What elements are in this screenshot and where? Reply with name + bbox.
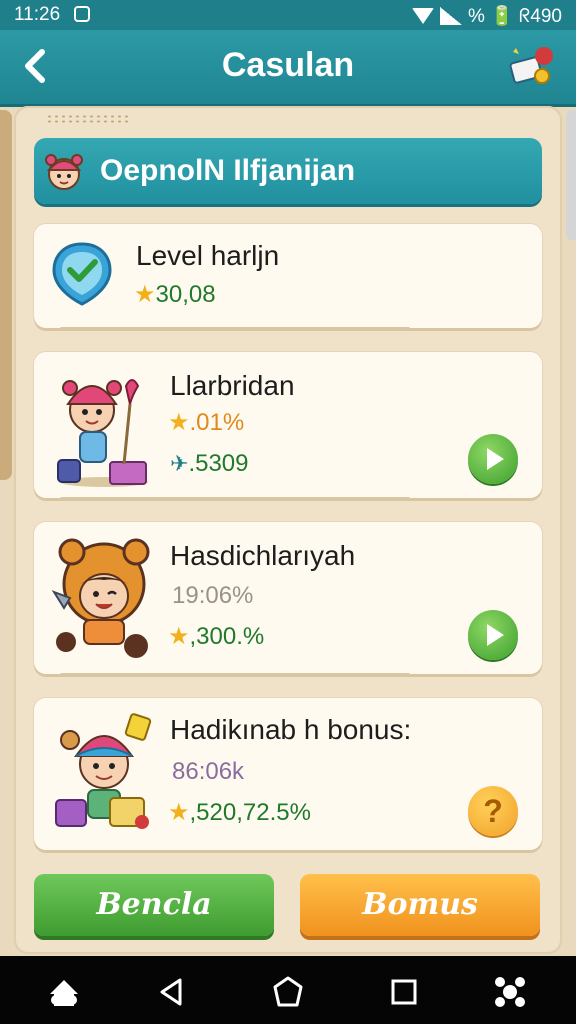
list-item-hasdichlariyah[interactable]: Hasdichlarıyah 19:06% ★,300.%: [34, 522, 542, 674]
pin-icon: ✈: [170, 451, 189, 476]
play-button[interactable]: [468, 610, 518, 660]
card-stat-1: 19:06%: [172, 582, 253, 610]
character-painter-icon: [57, 379, 148, 487]
home-nav-icon[interactable]: [270, 974, 306, 1010]
divider: [60, 497, 410, 500]
divider: [60, 327, 410, 330]
character-baker-icon: [55, 713, 152, 829]
star-icon: ★: [168, 799, 190, 826]
banner-title: OepnolN Ilfjanijan: [100, 154, 356, 187]
section-banner: OepnolN Ilfjanijan: [34, 138, 542, 204]
stat-value: .01%: [189, 409, 245, 436]
gift-icon[interactable]: [508, 42, 556, 90]
character-bear-icon: [52, 538, 150, 658]
status-time: 11:26: [14, 4, 61, 25]
character-face-icon: [45, 154, 83, 190]
scrollbar[interactable]: [566, 110, 576, 240]
list-item-bonus[interactable]: Hadikınab h bonus: 86:06k ★,520,72.5% ?: [34, 698, 542, 850]
card-stat: ★30,08: [134, 280, 216, 309]
bonus-button[interactable]: Bomus: [300, 874, 540, 936]
card-stat-2: ★,300.%: [168, 622, 264, 651]
card-stat-2: ✈.5309: [170, 450, 249, 478]
status-right-text: % 🔋 ᖇ490: [467, 6, 562, 27]
star-icon: ★: [168, 409, 190, 436]
back-nav-icon[interactable]: [154, 974, 190, 1010]
status-bar: 11:26 % 🔋 ᖇ490: [0, 0, 576, 30]
card-title: Hadikınab h bonus:: [170, 714, 412, 745]
card-stat-1: ★.01%: [168, 408, 244, 437]
notification-icon: [74, 6, 90, 22]
recents-nav-icon[interactable]: [386, 974, 422, 1010]
status-indicators: % 🔋 ᖇ490: [411, 4, 562, 28]
stat-value: 30,08: [155, 281, 216, 308]
list-item-larbridan[interactable]: Llarbridan ★.01% ✈.5309: [34, 352, 542, 498]
left-edge: [0, 110, 12, 480]
app-bar: Casulan: [0, 30, 576, 107]
system-nav-bar: [0, 956, 576, 1024]
page-title: Casulan: [221, 46, 355, 84]
card-title: Llarbridan: [170, 370, 295, 401]
puzzle-icon[interactable]: [492, 974, 528, 1010]
help-button[interactable]: ?: [468, 786, 518, 836]
card-stat-1: 86:06k: [172, 758, 244, 786]
stat-value: ,520,72.5%: [189, 799, 311, 826]
shield-check-icon: [52, 242, 112, 306]
card-stat-2: ★,520,72.5%: [168, 798, 311, 827]
star-icon: ★: [134, 281, 156, 308]
bencla-button[interactable]: Bencla: [34, 874, 274, 936]
stat-value: 19:06%: [172, 582, 254, 609]
play-button[interactable]: [468, 434, 518, 484]
card-title: Hasdichlarıyah: [170, 540, 356, 571]
home-game-icon[interactable]: [46, 974, 82, 1010]
stat-value: .5309: [188, 450, 249, 477]
card-title: Level harljn: [136, 240, 280, 271]
list-item-level[interactable]: Level harljn ★30,08: [34, 224, 542, 328]
stat-value: 86:06k: [172, 758, 245, 785]
wifi-icon: [411, 8, 434, 24]
stat-value: ,300.%: [189, 623, 265, 650]
signal-icon: [439, 7, 462, 25]
decorative-dots: [46, 114, 130, 124]
star-icon: ★: [168, 623, 190, 650]
divider: [60, 673, 410, 676]
